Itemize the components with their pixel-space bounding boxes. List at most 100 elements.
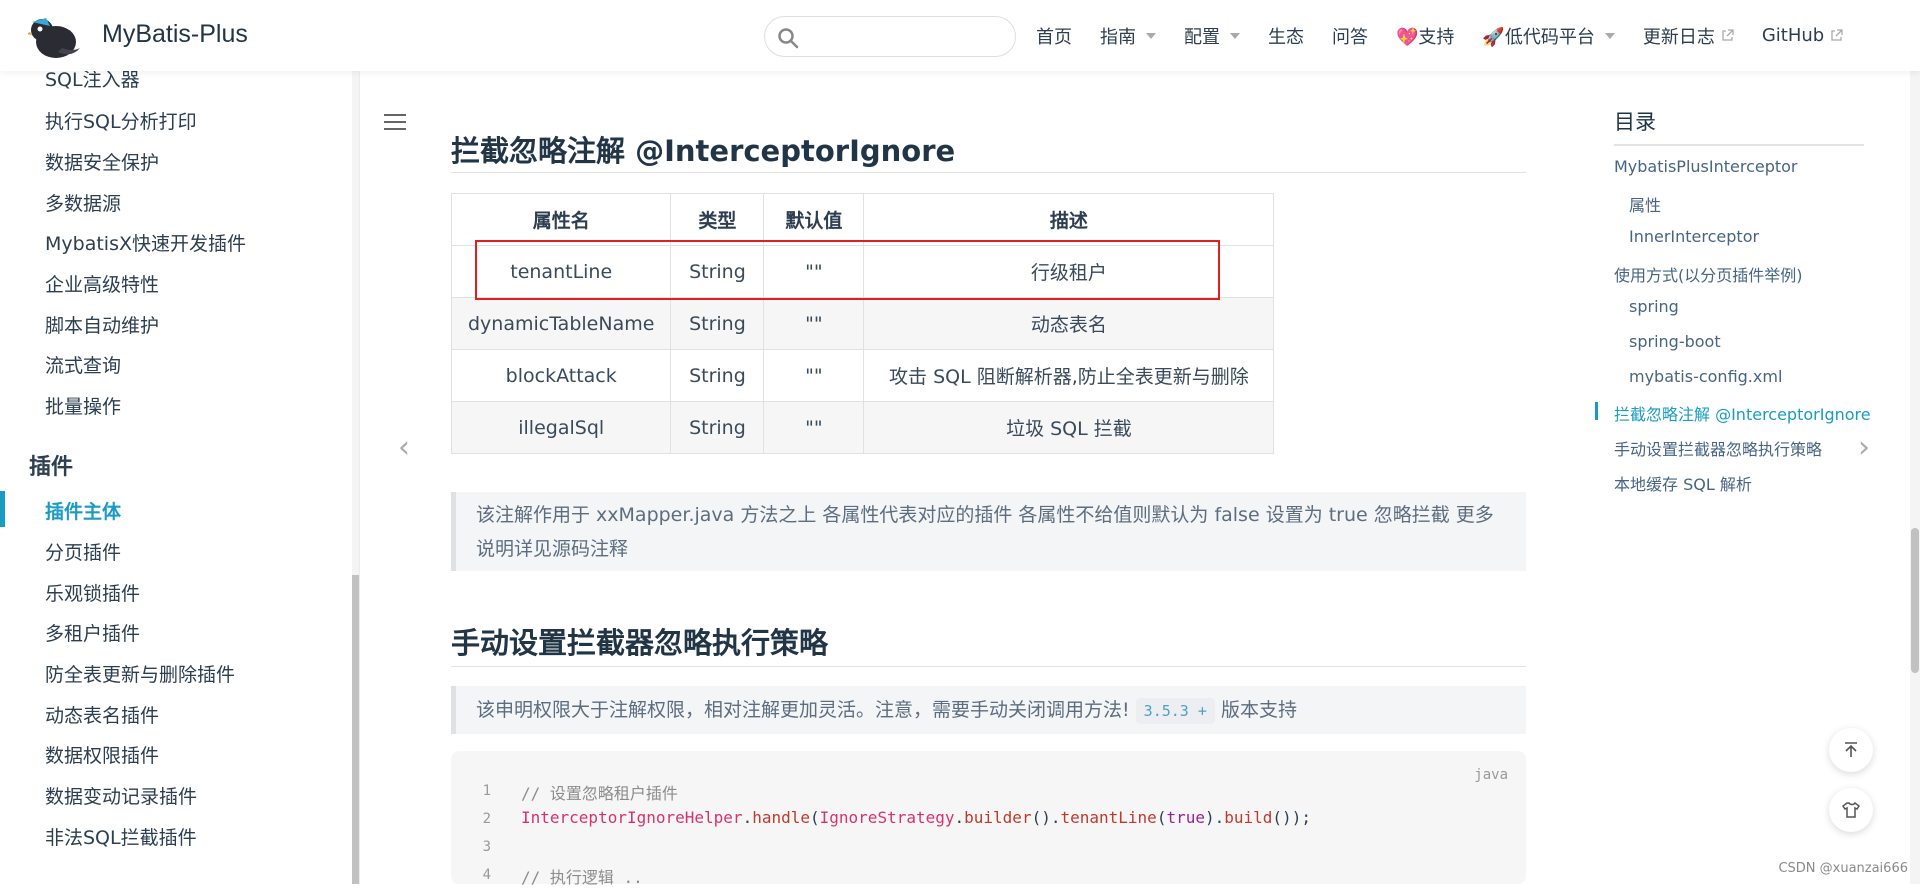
sidebar-item-sql-injector[interactable]: SQL注入器 bbox=[45, 71, 140, 92]
sidebar-item-dynamic-table[interactable]: 动态表名插件 bbox=[45, 701, 159, 728]
toc-active-indicator bbox=[1595, 402, 1598, 420]
sidebar-item-streaming-query[interactable]: 流式查询 bbox=[45, 351, 121, 378]
code-line: // 执行逻辑 .. bbox=[521, 864, 643, 888]
section-heading-interceptor-ignore: 拦截忽略注解 @InterceptorIgnore bbox=[451, 128, 955, 170]
table-cell: "" bbox=[764, 246, 864, 298]
table-cell: String bbox=[671, 298, 764, 350]
table-row: blockAttack String "" 攻击 SQL 阻断解析器,防止全表更… bbox=[452, 350, 1274, 402]
sidebar-item-data-permission[interactable]: 数据权限插件 bbox=[45, 741, 159, 768]
table-cell: "" bbox=[764, 402, 864, 454]
sidebar-item-block-attack[interactable]: 防全表更新与删除插件 bbox=[45, 660, 235, 687]
external-link-icon bbox=[1830, 29, 1843, 42]
sidebar-item-multi-datasource[interactable]: 多数据源 bbox=[45, 189, 121, 216]
toc-item[interactable]: spring-boot bbox=[1629, 332, 1721, 351]
toc-item[interactable]: 手动设置拦截器忽略执行策略 bbox=[1614, 436, 1822, 460]
toc-item[interactable]: InnerInterceptor bbox=[1629, 227, 1759, 246]
menu-toggle-icon[interactable] bbox=[384, 114, 406, 132]
sidebar-scrollbar-thumb[interactable] bbox=[352, 575, 360, 884]
table-row: tenantLine String "" 行级租户 bbox=[452, 246, 1274, 298]
toc-item[interactable]: 使用方式(以分页插件举例) bbox=[1614, 262, 1803, 286]
prev-page-chevron-icon[interactable]: ‹ bbox=[398, 430, 410, 465]
nav-config[interactable]: 配置 bbox=[1184, 23, 1240, 49]
page-scrollbar-track[interactable] bbox=[1910, 0, 1920, 884]
sidebar-item-plugin-core[interactable]: 插件主体 bbox=[45, 497, 121, 524]
left-sidebar: SQL注入器 执行SQL分析打印 数据安全保护 多数据源 MybatisX快速开… bbox=[0, 71, 360, 884]
sidebar-item-optimistic-lock[interactable]: 乐观锁插件 bbox=[45, 579, 140, 606]
nav-home[interactable]: 首页 bbox=[1036, 23, 1072, 49]
sidebar-item-script-maintenance[interactable]: 脚本自动维护 bbox=[45, 311, 159, 338]
toc-item-active[interactable]: 拦截忽略注解 @InterceptorIgnore bbox=[1614, 401, 1871, 425]
nav-lowcode[interactable]: 🚀低代码平台 bbox=[1482, 23, 1614, 49]
site-title[interactable]: MyBatis-Plus bbox=[102, 20, 248, 49]
nav-changelog[interactable]: 更新日志 bbox=[1643, 23, 1734, 49]
logo-bird-icon[interactable] bbox=[28, 12, 82, 60]
search-input[interactable] bbox=[764, 16, 1016, 57]
toc-title: 目录 bbox=[1614, 106, 1656, 136]
tip-manual-note: 该申明权限大于注解权限，相对注解更加灵活。注意，需要手动关闭调用方法! 3.5.… bbox=[451, 686, 1526, 734]
next-page-chevron-icon[interactable]: › bbox=[1858, 430, 1870, 465]
sidebar-item-mybatisx[interactable]: MybatisX快速开发插件 bbox=[45, 229, 246, 256]
column-header: 描述 bbox=[864, 194, 1274, 246]
toc-divider bbox=[1614, 144, 1864, 146]
version-badge: 3.5.3 + bbox=[1136, 698, 1215, 724]
code-block[interactable]: java 1 2 3 4 // 设置忽略租户插件 InterceptorIgno… bbox=[451, 751, 1526, 884]
table-cell: String bbox=[671, 350, 764, 402]
table-cell: String bbox=[671, 246, 764, 298]
table-cell: String bbox=[671, 402, 764, 454]
code-line: InterceptorIgnoreHelper.handle(IgnoreStr… bbox=[521, 808, 1311, 827]
table-cell: illegalSql bbox=[452, 402, 671, 454]
theme-toggle-button[interactable] bbox=[1829, 788, 1873, 832]
toc-item[interactable]: 属性 bbox=[1629, 192, 1661, 216]
top-navbar: MyBatis-Plus 首页 指南 配置 生态 问答 💖支持 🚀低代码平台 更… bbox=[0, 0, 1920, 71]
chevron-down-icon bbox=[1605, 33, 1615, 39]
toc-item[interactable]: 本地缓存 SQL 解析 bbox=[1614, 471, 1752, 495]
code-language-label: java bbox=[1474, 767, 1508, 783]
table-cell: 动态表名 bbox=[864, 298, 1274, 350]
tip-annotation-note: 该注解作用于 xxMapper.java 方法之上 各属性代表对应的插件 各属性… bbox=[451, 492, 1526, 571]
table-cell: 垃圾 SQL 拦截 bbox=[864, 402, 1274, 454]
tip-line: 说明详见源码注释 bbox=[476, 532, 1506, 566]
table-header-row: 属性名 类型 默认值 描述 bbox=[452, 194, 1274, 246]
sidebar-item-pagination[interactable]: 分页插件 bbox=[45, 538, 121, 565]
tip-line: 该注解作用于 xxMapper.java 方法之上 各属性代表对应的插件 各属性… bbox=[476, 498, 1506, 532]
nav-support[interactable]: 💖支持 bbox=[1396, 23, 1454, 49]
toc-item[interactable]: mybatis-config.xml bbox=[1629, 367, 1782, 386]
table-cell: 攻击 SQL 阻断解析器,防止全表更新与删除 bbox=[864, 350, 1274, 402]
tip-text: 该申明权限大于注解权限，相对注解更加灵活。注意，需要手动关闭调用方法! bbox=[476, 699, 1130, 721]
nav-ecosystem[interactable]: 生态 bbox=[1268, 23, 1304, 49]
toc-item[interactable]: MybatisPlusInterceptor bbox=[1614, 157, 1798, 176]
tip-suffix: 版本支持 bbox=[1221, 699, 1297, 721]
table-cell: "" bbox=[764, 298, 864, 350]
page-scrollbar-thumb[interactable] bbox=[1911, 528, 1919, 673]
section-heading-manual-strategy: 手动设置拦截器忽略执行策略 bbox=[451, 620, 828, 662]
search-icon bbox=[777, 27, 799, 49]
sidebar-item-data-security[interactable]: 数据安全保护 bbox=[45, 148, 159, 175]
back-to-top-button[interactable] bbox=[1829, 728, 1873, 772]
chevron-down-icon bbox=[1230, 33, 1240, 39]
sidebar-group-plugins[interactable]: 插件 bbox=[29, 449, 73, 481]
heading-divider bbox=[451, 666, 1526, 667]
line-number: 4 bbox=[471, 867, 491, 883]
code-line: // 设置忽略租户插件 bbox=[521, 780, 678, 804]
nav-faq[interactable]: 问答 bbox=[1332, 23, 1368, 49]
table-cell: tenantLine bbox=[452, 246, 671, 298]
column-header: 属性名 bbox=[452, 194, 671, 246]
table-cell: dynamicTableName bbox=[452, 298, 671, 350]
toc-item[interactable]: spring bbox=[1629, 297, 1679, 316]
sidebar-active-indicator bbox=[0, 491, 5, 527]
sidebar-item-multi-tenant[interactable]: 多租户插件 bbox=[45, 619, 140, 646]
table-cell: blockAttack bbox=[452, 350, 671, 402]
nav-github[interactable]: GitHub bbox=[1762, 25, 1843, 46]
shirt-icon bbox=[1841, 800, 1861, 820]
sidebar-item-sql-analysis[interactable]: 执行SQL分析打印 bbox=[45, 107, 197, 134]
sidebar-item-batch-operation[interactable]: 批量操作 bbox=[45, 392, 121, 419]
sidebar-item-enterprise[interactable]: 企业高级特性 bbox=[45, 270, 159, 297]
sidebar-item-data-change-record[interactable]: 数据变动记录插件 bbox=[45, 782, 197, 809]
arrow-up-icon bbox=[1842, 741, 1860, 759]
line-number: 2 bbox=[471, 811, 491, 827]
sidebar-item-illegal-sql[interactable]: 非法SQL拦截插件 bbox=[45, 823, 197, 850]
table-row: illegalSql String "" 垃圾 SQL 拦截 bbox=[452, 402, 1274, 454]
table-cell: 行级租户 bbox=[864, 246, 1274, 298]
nav-guide[interactable]: 指南 bbox=[1100, 23, 1156, 49]
heading-divider bbox=[451, 172, 1526, 173]
